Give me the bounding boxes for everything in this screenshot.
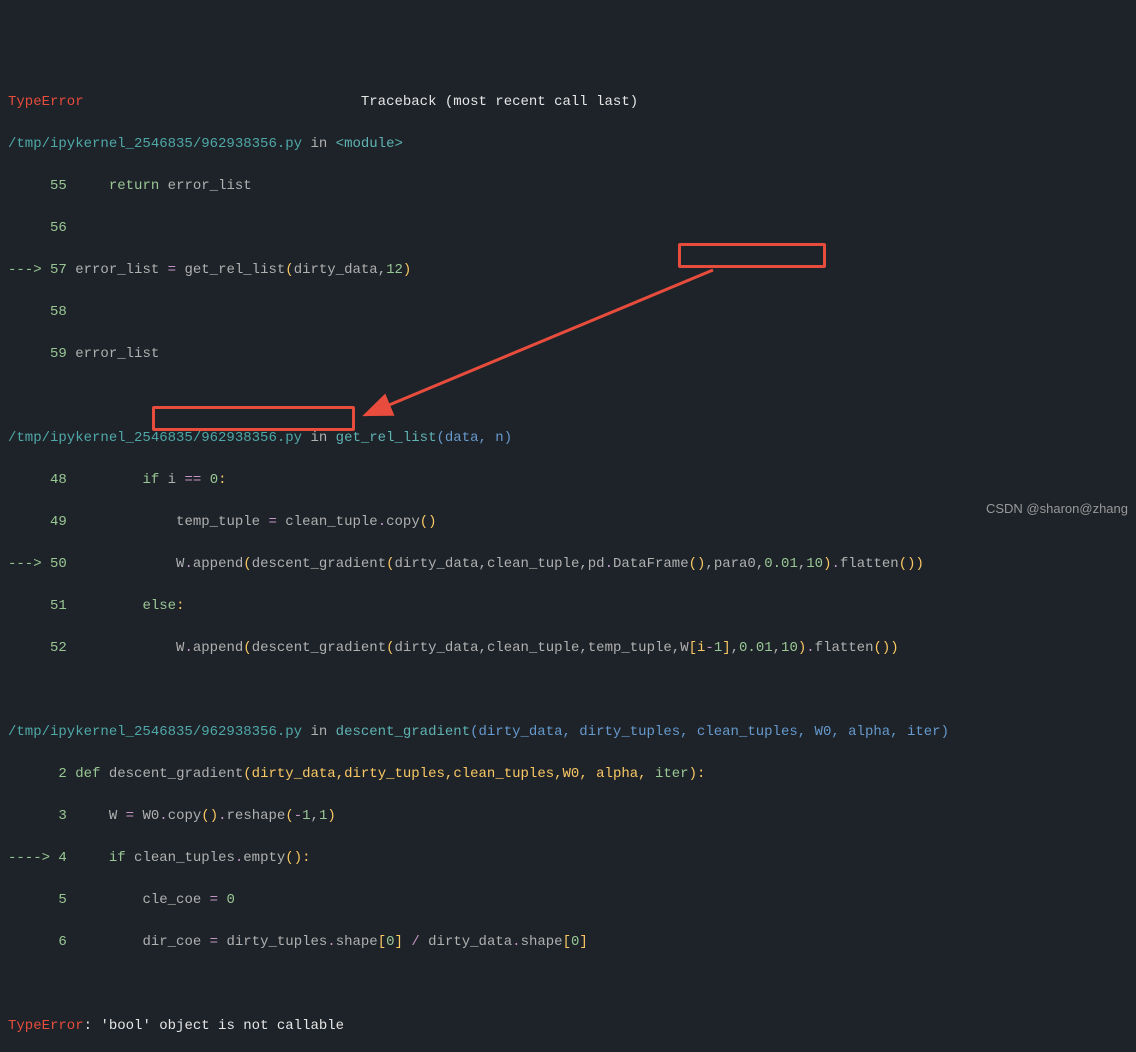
code-line: 58 <box>8 302 1128 323</box>
line-number: 48 <box>50 472 67 488</box>
function-name: descent_gradient <box>336 724 470 740</box>
frame-location: /tmp/ipykernel_2546835/962938356.py in <… <box>8 134 1128 155</box>
keyword-if: if <box>109 850 126 866</box>
code-line: 2 def descent_gradient(dirty_data,dirty_… <box>8 764 1128 785</box>
line-number: 51 <box>50 598 67 614</box>
error-message: 'bool' object is not callable <box>100 1018 344 1034</box>
blank-line <box>8 386 1128 407</box>
code-line-current: ---> 50 W.append(descent_gradient(dirty_… <box>8 554 1128 575</box>
code-line-current: ----> 4 if clean_tuples.empty(): <box>8 848 1128 869</box>
keyword-def: def <box>75 766 100 782</box>
frame-location: /tmp/ipykernel_2546835/962938356.py in d… <box>8 722 1128 743</box>
keyword-else: else <box>142 598 176 614</box>
code-line: 48 if i == 0: <box>8 470 1128 491</box>
keyword-return: return <box>109 178 159 194</box>
line-number: 49 <box>50 514 67 530</box>
error-type: TypeError <box>8 1018 84 1034</box>
arrow-marker: ---> <box>8 556 50 572</box>
traceback-label: Traceback (most recent call last) <box>361 94 638 110</box>
line-number: 4 <box>58 850 66 866</box>
line-number: 5 <box>58 892 66 908</box>
arrow-marker: ---> <box>8 262 50 278</box>
traceback-header: TypeError Traceback (most recent call la… <box>8 92 1128 113</box>
code-line: 3 W = W0.copy().reshape(-1,1) <box>8 806 1128 827</box>
file-path: /tmp/ipykernel_2546835/962938356.py <box>8 430 302 446</box>
code-line: 5 cle_coe = 0 <box>8 890 1128 911</box>
code-line: 6 dir_coe = dirty_tuples.shape[0] / dirt… <box>8 932 1128 953</box>
file-path: /tmp/ipykernel_2546835/962938356.py <box>8 724 302 740</box>
code-line: 52 W.append(descent_gradient(dirty_data,… <box>8 638 1128 659</box>
line-number: 57 <box>50 262 67 278</box>
line-number: 52 <box>50 640 67 656</box>
frame-location: /tmp/ipykernel_2546835/962938356.py in g… <box>8 428 1128 449</box>
error-type: TypeError <box>8 94 84 110</box>
line-number: 58 <box>50 304 67 320</box>
blank-line <box>8 974 1128 995</box>
line-number: 55 <box>50 178 67 194</box>
code-line: 59 error_list <box>8 344 1128 365</box>
line-number: 2 <box>58 766 66 782</box>
error-footer: TypeError: 'bool' object is not callable <box>8 1016 1128 1037</box>
code-line-current: ---> 57 error_list = get_rel_list(dirty_… <box>8 260 1128 281</box>
line-number: 6 <box>58 934 66 950</box>
line-number: 59 <box>50 346 67 362</box>
blank-line <box>8 680 1128 701</box>
module-name: <module> <box>336 136 403 152</box>
code-line: 51 else: <box>8 596 1128 617</box>
function-name: get_rel_list <box>336 430 437 446</box>
line-number: 50 <box>50 556 67 572</box>
arrow-marker: ----> <box>8 850 58 866</box>
code-line: 55 return error_list <box>8 176 1128 197</box>
code-line: 56 <box>8 218 1128 239</box>
line-number: 56 <box>50 220 67 236</box>
keyword-if: if <box>142 472 159 488</box>
line-number: 3 <box>58 808 66 824</box>
watermark: CSDN @sharon@zhang <box>986 499 1128 519</box>
code-line: 49 temp_tuple = clean_tuple.copy() <box>8 512 1128 533</box>
file-path: /tmp/ipykernel_2546835/962938356.py <box>8 136 302 152</box>
